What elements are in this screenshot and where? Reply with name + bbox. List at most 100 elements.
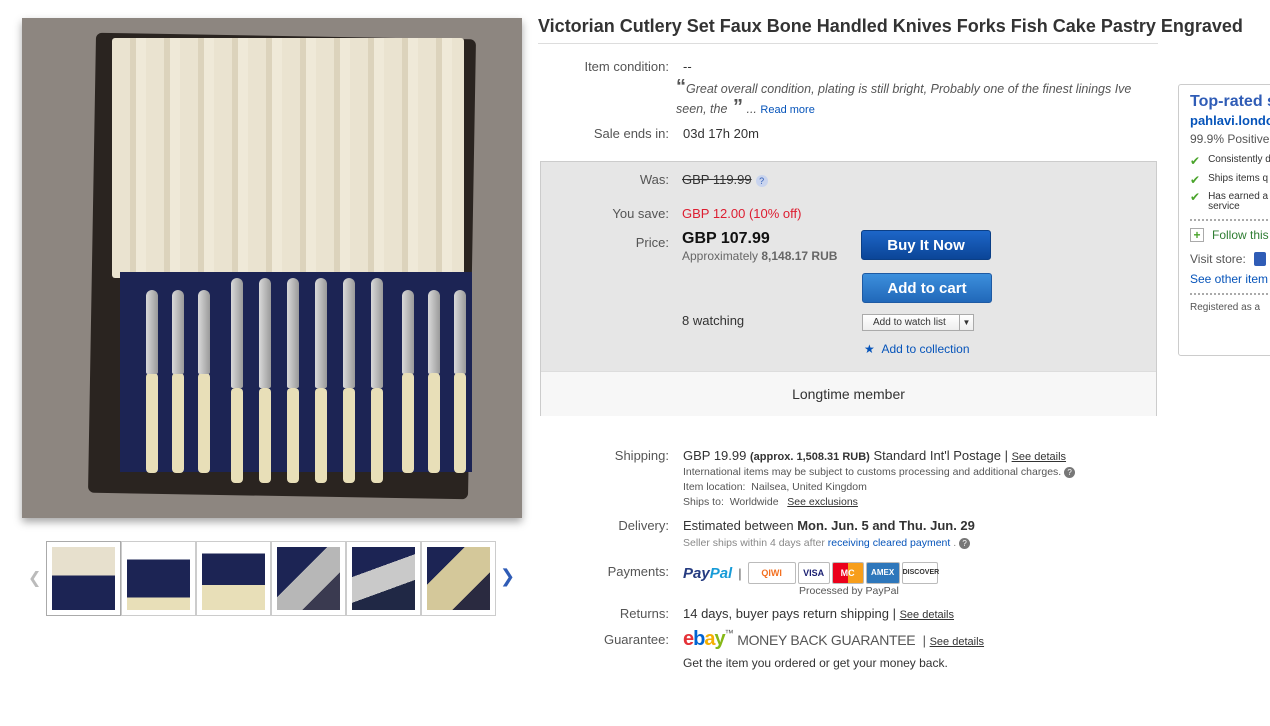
checkmark-icon: ✔ [1190,154,1201,168]
seller-check-item: ✔ Has earned a service [1190,190,1269,212]
chevron-down-icon[interactable]: ▼ [959,315,973,330]
delivery-label: Delivery: [618,518,669,533]
quote-text: Great overall condition, plating is stil… [676,82,1132,116]
seller-name-link[interactable]: pahlavi.londo [1190,113,1270,128]
plus-icon: + [1190,228,1204,242]
price-value: GBP 107.99 [682,230,770,247]
fork-handle [428,373,440,473]
help-icon[interactable]: ? [755,174,768,187]
payments-label: Payments: [607,564,669,579]
you-save-value: GBP 12.00 (10% off) [682,206,802,221]
ships-to-value: Worldwide [729,496,779,508]
guarantee-note: Get the item you ordered or get your mon… [683,656,948,670]
seller-info-box: Top-rated s pahlavi.londo 99.9% Positive… [1178,84,1270,356]
knife-handle [231,388,243,483]
delivery-estimate: Estimated between Mon. Jun. 5 and Thu. J… [683,518,975,533]
item-location: Item location: Nailsea, United Kingdom [683,481,867,493]
knife-blade [259,278,271,388]
knife-blade [343,278,355,388]
amex-card-icon: AMEX [865,562,900,584]
seller-feedback: 99.9% Positive [1190,132,1270,146]
read-more-link[interactable]: Read more [760,104,814,116]
returns-details-link[interactable]: See details [900,609,954,621]
delivery-prefix: Estimated between [683,518,794,533]
was-price-value: GBP 119.99 [682,172,752,187]
thumbnail[interactable] [46,541,121,616]
returns-label: Returns: [619,606,669,621]
visit-store: Visit store: [1190,252,1270,266]
fork-tines [454,290,466,374]
thumbnail[interactable] [196,541,271,616]
money-back-guarantee-text: MONEY BACK GUARANTEE [737,632,916,648]
add-to-cart-button[interactable]: Add to cart [862,273,992,303]
shipping-approx: (approx. 1,508.31 RUB) [750,451,870,463]
knife-blade [287,278,299,388]
you-save-label: You save: [612,206,669,221]
returns-value: 14 days, buyer pays return shipping | Se… [683,606,954,621]
sale-ends-value: 03d 17h 20m [683,126,759,141]
approx-price: Approximately 8,148.17 RUB [682,249,837,263]
thumbnail[interactable] [346,541,421,616]
shipping-details-link[interactable]: See details [1012,451,1066,463]
customs-text: International items may be subject to cu… [683,466,1062,478]
guarantee-value: ebay™ MONEY BACK GUARANTEE | See details [683,628,984,651]
delivery-note: Seller ships within 4 days after receivi… [683,537,971,549]
seller-check-item: ✔ Ships items q [1190,173,1269,187]
top-rated-seller-heading: Top-rated s [1190,93,1270,110]
paypal-logo: PayPal [683,564,733,582]
was-label: Was: [639,172,669,187]
condition-quote: “Great overall condition, plating is sti… [676,77,1162,119]
discover-card-icon: DISCOVER [901,562,939,584]
fork-tines [172,290,184,374]
checkmark-icon: ✔ [1190,173,1201,187]
buy-it-now-button[interactable]: Buy It Now [861,230,991,260]
knife-handle [259,388,271,483]
add-to-watch-list-button[interactable]: Add to watch list ▼ [862,314,974,331]
knife-handle [287,388,299,483]
fork-tines [146,290,158,374]
watch-list-label: Add to watch list [873,317,946,328]
thumbnail[interactable] [121,541,196,616]
thumbnail[interactable] [421,541,496,616]
item-title: Victorian Cutlery Set Faux Bone Handled … [538,16,1243,36]
condition-label: Item condition: [584,59,669,74]
guarantee-label: Guarantee: [603,632,669,647]
ships-to: Ships to: Worldwide See exclusions [683,496,858,508]
thumbnail-prev-arrow-icon[interactable]: ❮ [28,568,41,588]
shipping-value: GBP 19.99 (approx. 1,508.31 RUB) Standar… [683,448,1066,463]
knife-handle [315,388,327,483]
shipping-label: Shipping: [614,448,669,463]
add-to-collection-label: Add to collection [881,342,970,356]
knife-blade [231,278,243,388]
store-icon[interactable] [1253,252,1266,266]
fork-tines [428,290,440,374]
longtime-member-banner: Longtime member [541,371,1156,416]
see-exclusions-link[interactable]: See exclusions [787,496,858,508]
fork-handle [198,373,210,473]
watching-count: 8 watching [682,313,745,328]
seller-check-item: ✔ Consistently d [1190,154,1270,168]
main-product-image[interactable] [22,18,522,518]
processed-by-paypal: Processed by PayPal [799,585,899,597]
returns-policy: 14 days, buyer pays return shipping | [683,606,896,621]
thumbnail[interactable] [271,541,346,616]
item-location-value: Nailsea, United Kingdom [751,481,867,493]
help-icon[interactable]: ? [959,537,971,549]
approx-prefix: Approximately [682,249,759,263]
fork-tines [198,290,210,374]
fork-handle [454,373,466,473]
cleared-payment-link[interactable]: receiving cleared payment [828,537,951,549]
guarantee-details-link[interactable]: See details [930,636,984,648]
customs-note: International items may be subject to cu… [683,466,1076,478]
knife-blade [315,278,327,388]
delivery-note-suffix: . [953,537,957,549]
thumbnail-next-arrow-icon[interactable]: ❯ [500,566,515,587]
help-icon[interactable]: ? [1064,466,1076,478]
follow-seller-button[interactable]: + Follow this [1190,228,1270,242]
see-other-items-link[interactable]: See other item [1190,272,1270,286]
condition-value: -- [683,59,692,74]
thumbnail-strip [46,541,496,616]
dotted-divider [1190,219,1270,221]
add-to-collection-link[interactable]: ★ Add to collection [864,342,970,356]
guarantee-separator: | [922,633,926,648]
